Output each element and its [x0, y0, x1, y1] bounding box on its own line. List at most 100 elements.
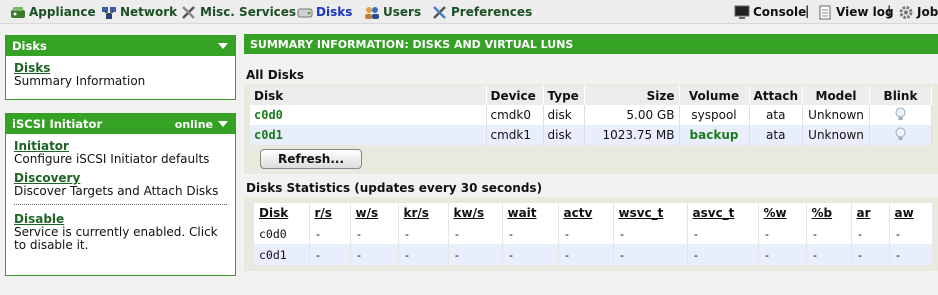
stat-cell: - [687, 244, 759, 265]
console-icon [734, 5, 750, 20]
iscsi-status[interactable]: online [175, 118, 228, 131]
nav-separator: | [887, 4, 892, 18]
col-model[interactable]: Model [802, 86, 871, 105]
stat-cell: - [309, 244, 351, 265]
disk-type: disk [543, 125, 585, 145]
nav-users[interactable]: Users [364, 4, 421, 20]
col-volume[interactable]: Volume [679, 86, 750, 105]
nav-console[interactable]: Console [734, 4, 806, 20]
col-stat-disk[interactable]: Disk [254, 203, 310, 223]
discovery-group: Discovery Discover Targets and Attach Di… [14, 172, 227, 198]
chevron-down-icon[interactable] [218, 121, 228, 127]
stat-cell: - [758, 223, 807, 244]
lightbulb-icon[interactable] [894, 127, 907, 141]
disk-size: 1023.75 MB [584, 125, 680, 145]
chevron-down-icon[interactable] [218, 43, 228, 49]
disks-panel-header[interactable]: Disks [6, 36, 235, 56]
disks-link-description: Summary Information [14, 74, 146, 88]
stat-cell: - [398, 223, 449, 244]
col-stat-aw[interactable]: aw [889, 203, 933, 223]
nav-network[interactable]: Network [101, 4, 177, 20]
nav-jobs-label: Jobs [917, 5, 938, 19]
nav-preferences[interactable]: Preferences [432, 4, 532, 20]
appliance-icon [10, 5, 26, 20]
stat-cell: c0d0 [254, 223, 310, 244]
disk-name-link[interactable]: c0d1 [250, 125, 487, 145]
col-device[interactable]: Device [486, 86, 544, 105]
nav-appliance-label: Appliance [29, 5, 96, 19]
disk-model: Unknown [802, 125, 871, 145]
table-row: c0d1 - - - - - - - - - - - - [254, 244, 933, 265]
blink-cell [869, 125, 932, 145]
all-disks-title: All Disks [246, 68, 305, 82]
nav-disks-label: Disks [316, 5, 353, 19]
disk-size: 5.00 GB [584, 105, 680, 125]
iscsi-panel-header[interactable]: iSCSI Initiator online [6, 114, 235, 134]
col-stat-wait[interactable]: wait [502, 203, 559, 223]
preferences-icon [432, 5, 448, 20]
disk-statistics-table: Disk r/s w/s kr/s kw/s wait actv wsvc_t … [254, 203, 933, 265]
lightbulb-icon[interactable] [894, 107, 907, 121]
nav-view-log[interactable]: View log [817, 4, 894, 20]
stat-cell: c0d1 [254, 244, 310, 265]
document-icon [817, 5, 833, 20]
nav-appliance[interactable]: Appliance [10, 4, 96, 20]
nav-misc-services-label: Misc. Services [200, 5, 297, 19]
nav-preferences-label: Preferences [451, 5, 533, 19]
disk-attach: ata [749, 105, 804, 125]
stat-cell: - [613, 244, 688, 265]
disk-volume-link[interactable]: backup [679, 125, 750, 145]
iscsi-initiator-panel: iSCSI Initiator online Initiator Configu… [5, 113, 236, 276]
top-navigation: Appliance Network Misc. Services Disks U… [0, 0, 938, 24]
initiator-group: Initiator Configure iSCSI Initiator defa… [14, 140, 227, 166]
nav-jobs[interactable]: Jobs [898, 4, 938, 20]
disks-table-header: Disk Device Type Size Volume Attach Mode… [250, 86, 932, 105]
col-blink[interactable]: Blink [869, 86, 932, 105]
col-stat-krs[interactable]: kr/s [398, 203, 449, 223]
main-header: SUMMARY INFORMATION: DISKS AND VIRTUAL L… [244, 34, 938, 54]
gear-icon [898, 5, 914, 20]
col-stat-pw[interactable]: %w [758, 203, 807, 223]
stat-cell: - [502, 223, 559, 244]
col-size[interactable]: Size [584, 86, 680, 105]
disk-statistics-box: Disk r/s w/s kr/s kw/s wait actv wsvc_t … [244, 197, 938, 271]
disk-statistics-title: Disks Statistics (updates every 30 secon… [246, 181, 543, 195]
col-disk[interactable]: Disk [250, 86, 487, 105]
disks-panel: Disks Disks Summary Information [5, 35, 236, 100]
col-stat-asvc[interactable]: asvc_t [687, 203, 759, 223]
col-stat-ws[interactable]: w/s [350, 203, 399, 223]
disk-icon [297, 5, 313, 20]
refresh-button[interactable]: Refresh... [260, 149, 363, 169]
stats-table-header: Disk r/s w/s kr/s kw/s wait actv wsvc_t … [254, 203, 933, 223]
stat-cell: - [350, 223, 399, 244]
disks-panel-title: Disks [12, 39, 47, 53]
disk-model: Unknown [802, 105, 871, 125]
col-stat-kws[interactable]: kw/s [448, 203, 503, 223]
col-attach[interactable]: Attach [749, 86, 804, 105]
stat-cell: - [806, 223, 852, 244]
col-stat-actv[interactable]: actv [558, 203, 614, 223]
disks-panel-body: Disks Summary Information [6, 56, 235, 94]
col-stat-pb[interactable]: %b [806, 203, 852, 223]
stat-cell: - [851, 223, 890, 244]
table-row: c0d1 cmdk1 disk 1023.75 MB backup ata Un… [250, 125, 932, 145]
all-disks-box: Disk Device Type Size Volume Attach Mode… [244, 84, 938, 174]
nav-disks[interactable]: Disks [297, 4, 352, 20]
stat-cell: - [806, 244, 852, 265]
disable-description: Service is currently enabled. Click to d… [14, 225, 218, 252]
disk-name-link[interactable]: c0d0 [250, 105, 487, 125]
disk-device: cmdk0 [486, 105, 544, 125]
col-type[interactable]: Type [543, 86, 585, 105]
disk-type: disk [543, 105, 585, 125]
discovery-description: Discover Targets and Attach Disks [14, 184, 219, 198]
col-stat-wsvc[interactable]: wsvc_t [613, 203, 688, 223]
nav-misc-services[interactable]: Misc. Services [181, 4, 296, 20]
initiator-description: Configure iSCSI Initiator defaults [14, 152, 210, 166]
stat-cell: - [558, 244, 614, 265]
col-stat-rs[interactable]: r/s [309, 203, 351, 223]
stat-cell: - [758, 244, 807, 265]
col-stat-ar[interactable]: ar [851, 203, 890, 223]
stat-cell: - [350, 244, 399, 265]
disk-attach: ata [749, 125, 804, 145]
users-icon [364, 5, 380, 20]
